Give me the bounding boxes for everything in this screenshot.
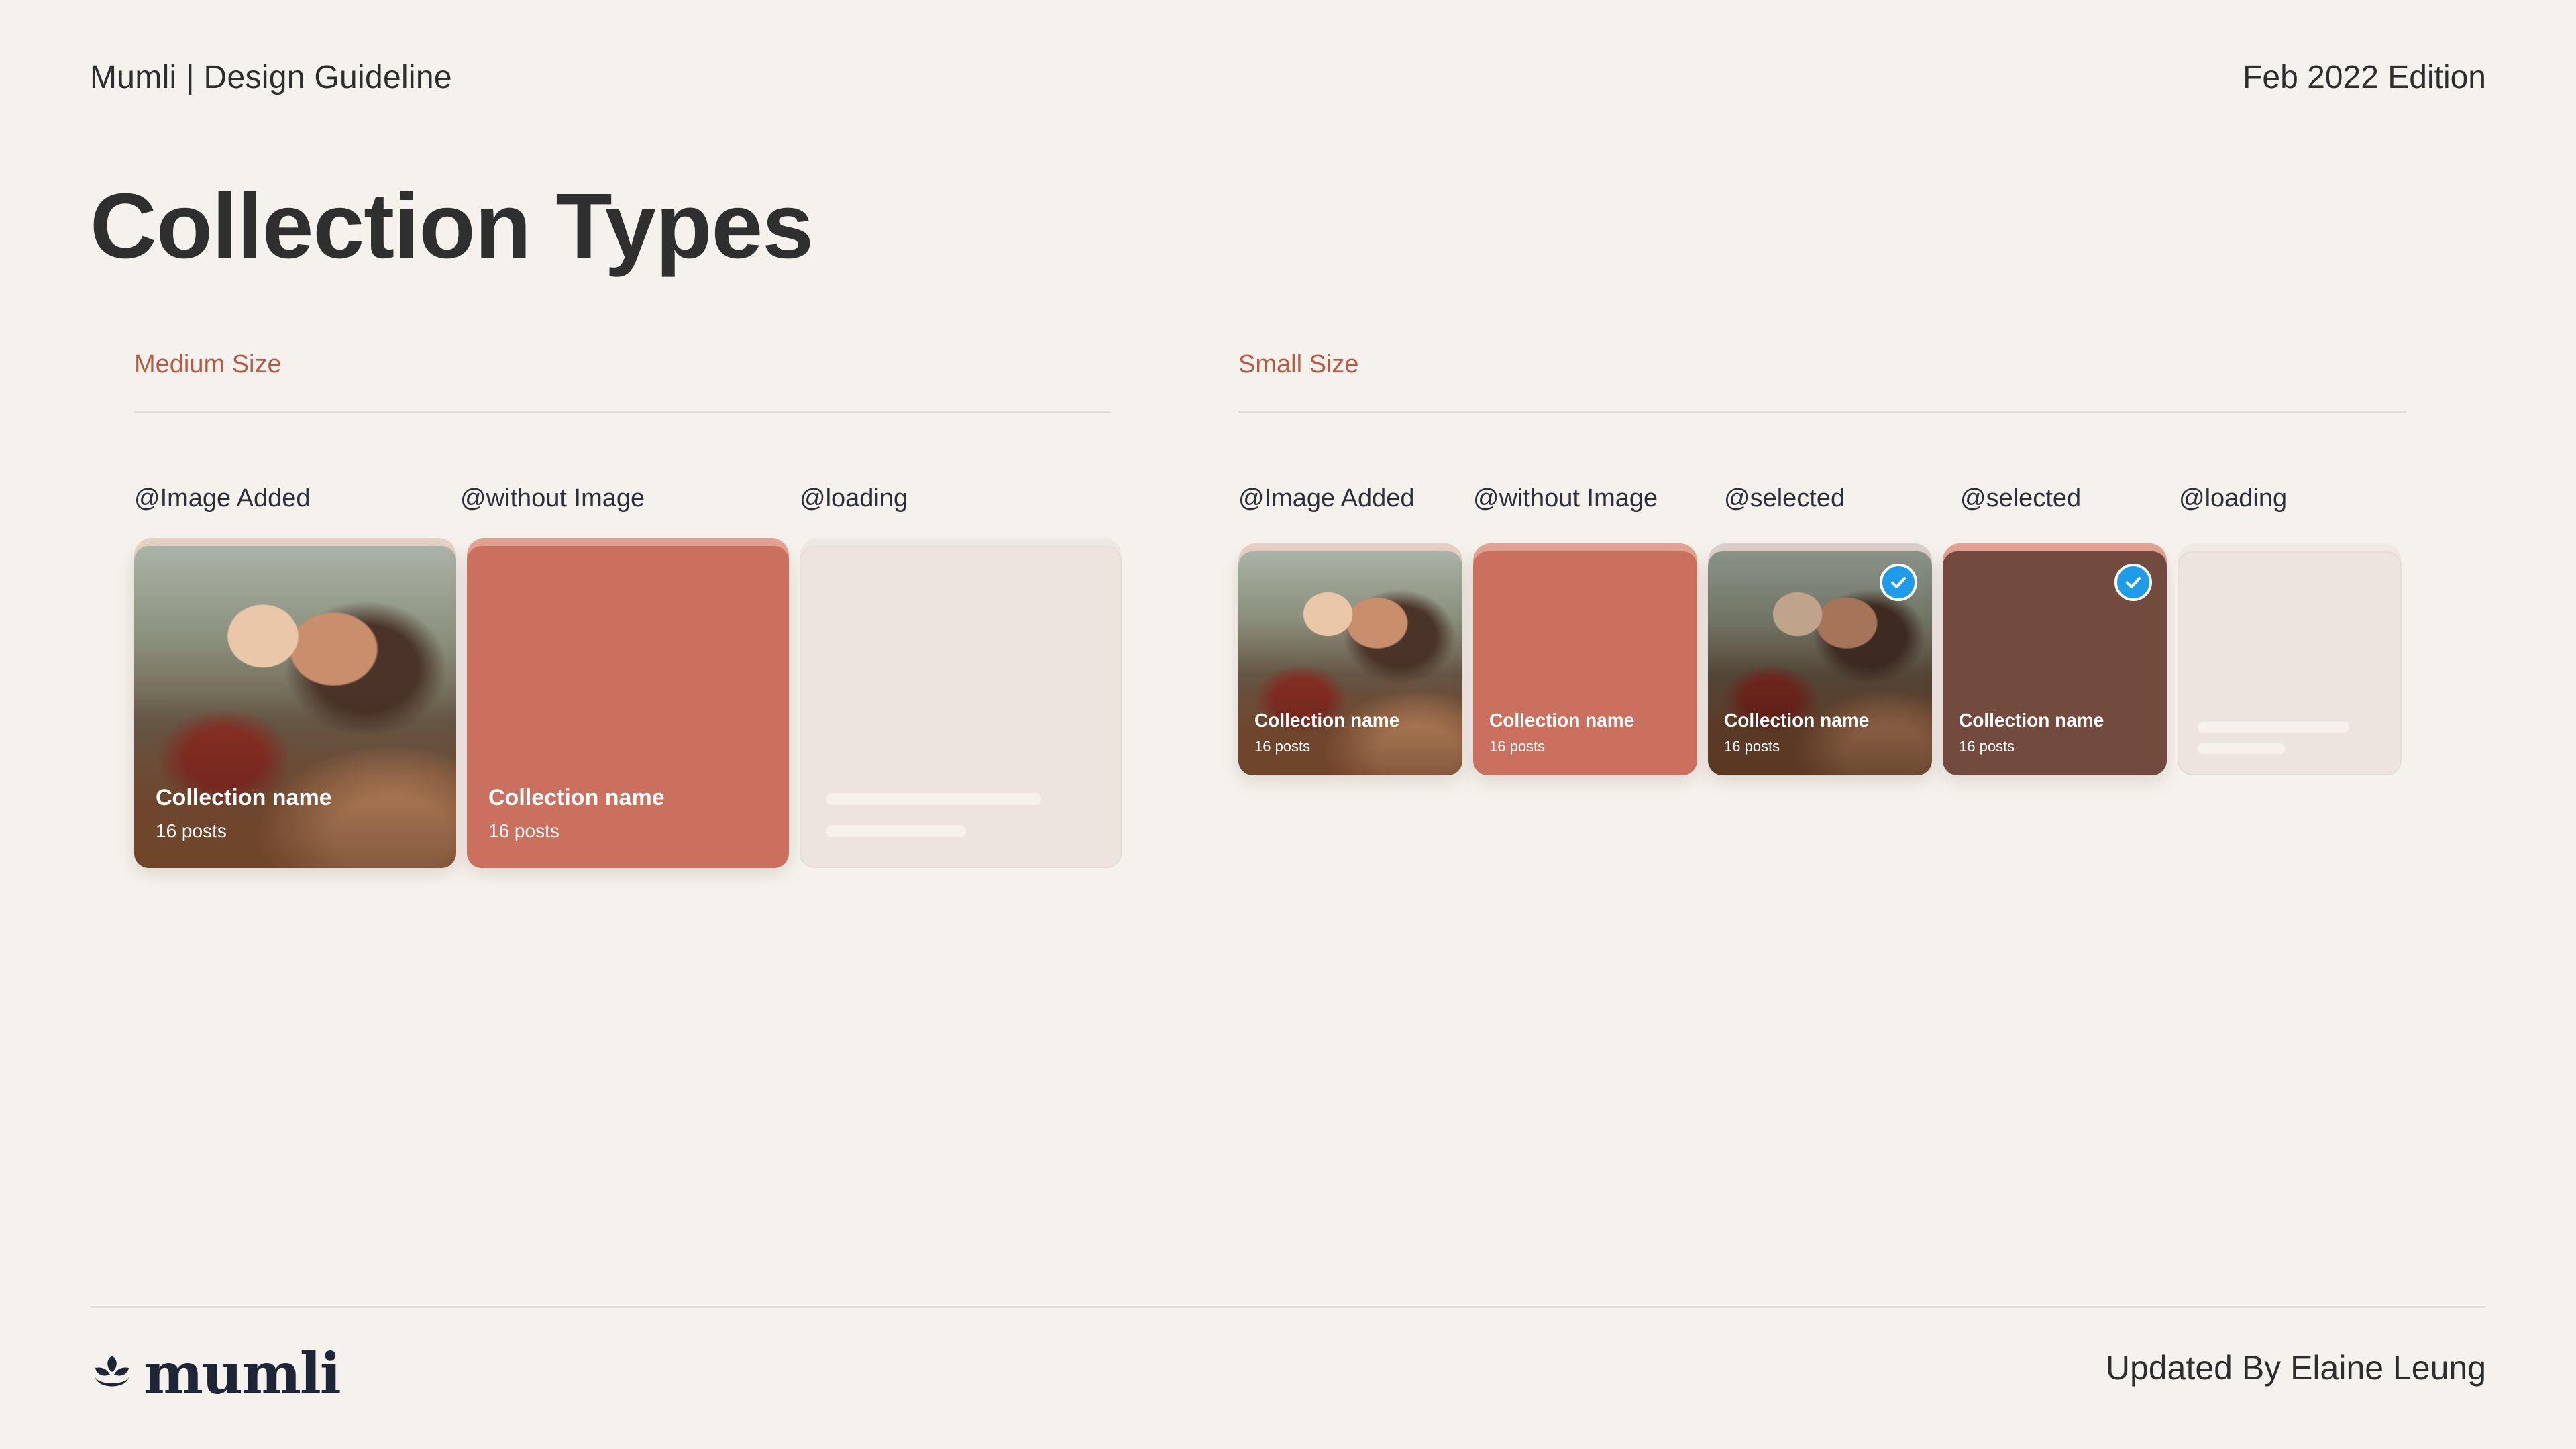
mumli-leaf-icon bbox=[95, 1355, 129, 1386]
label-small-selected: @selected bbox=[1960, 484, 2082, 513]
card-loading-body bbox=[800, 546, 1122, 868]
card-body: Collection name 16 posts bbox=[1473, 551, 1697, 775]
card-name: Collection name bbox=[1489, 710, 1635, 731]
check-icon[interactable] bbox=[1880, 564, 1917, 601]
section-title-medium: Medium Size bbox=[134, 350, 282, 378]
label-small-selected: @selected bbox=[1724, 484, 1845, 513]
card-name: Collection name bbox=[1254, 710, 1400, 731]
collection-card-medium-no-image[interactable]: Collection name 16 posts bbox=[467, 538, 789, 868]
header-title: Mumli | Design Guideline bbox=[90, 60, 452, 95]
updated-by-label: Updated By Elaine Leung bbox=[2105, 1349, 2486, 1387]
section-divider-small bbox=[1238, 411, 2406, 413]
check-icon[interactable] bbox=[2114, 564, 2152, 601]
card-photo: Collection name 16 posts bbox=[1238, 551, 1462, 775]
label-medium-image-added: @Image Added bbox=[134, 484, 311, 513]
collection-card-small-selected-no-image[interactable]: Collection name 16 posts bbox=[1943, 543, 2167, 775]
skeleton-line bbox=[2198, 722, 2349, 733]
card-name: Collection name bbox=[156, 785, 332, 810]
skeleton-line bbox=[826, 825, 966, 837]
section-title-small: Small Size bbox=[1238, 350, 1359, 378]
section-divider-medium bbox=[134, 411, 1111, 413]
label-small-loading: @loading bbox=[2179, 484, 2288, 513]
card-posts: 16 posts bbox=[488, 820, 559, 841]
edition-label: Feb 2022 Edition bbox=[2243, 60, 2486, 95]
mumli-logo: mumli bbox=[90, 1340, 341, 1407]
card-posts: 16 posts bbox=[1254, 738, 1311, 755]
label-medium-loading: @loading bbox=[800, 484, 908, 513]
card-posts: 16 posts bbox=[1959, 738, 2015, 755]
footer-divider bbox=[90, 1306, 2486, 1308]
card-posts: 16 posts bbox=[1489, 738, 1546, 755]
card-posts: 16 posts bbox=[1724, 738, 1780, 755]
collection-card-small-selected-image[interactable]: Collection name 16 posts bbox=[1708, 543, 1932, 775]
skeleton-line bbox=[2198, 743, 2285, 754]
label-medium-without-image: @without Image bbox=[460, 484, 645, 513]
card-photo: Collection name 16 posts bbox=[134, 546, 456, 868]
page-title: Collection Types bbox=[90, 174, 814, 278]
collection-card-medium-loading bbox=[800, 538, 1122, 868]
label-small-without-image: @without Image bbox=[1473, 484, 1658, 513]
card-name: Collection name bbox=[488, 785, 665, 810]
skeleton-line bbox=[826, 793, 1041, 805]
card-body: Collection name 16 posts bbox=[467, 546, 789, 868]
collection-card-small-no-image[interactable]: Collection name 16 posts bbox=[1473, 543, 1697, 775]
logo-wordmark: mumli bbox=[144, 1340, 341, 1407]
card-name: Collection name bbox=[1724, 710, 1870, 731]
collection-card-medium-image[interactable]: Collection name 16 posts bbox=[134, 538, 456, 868]
card-posts: 16 posts bbox=[156, 820, 227, 841]
card-loading-body bbox=[2178, 551, 2402, 775]
card-name: Collection name bbox=[1959, 710, 2104, 731]
collection-card-small-loading bbox=[2178, 543, 2402, 775]
collection-card-small-image[interactable]: Collection name 16 posts bbox=[1238, 543, 1462, 775]
label-small-image-added: @Image Added bbox=[1238, 484, 1415, 513]
